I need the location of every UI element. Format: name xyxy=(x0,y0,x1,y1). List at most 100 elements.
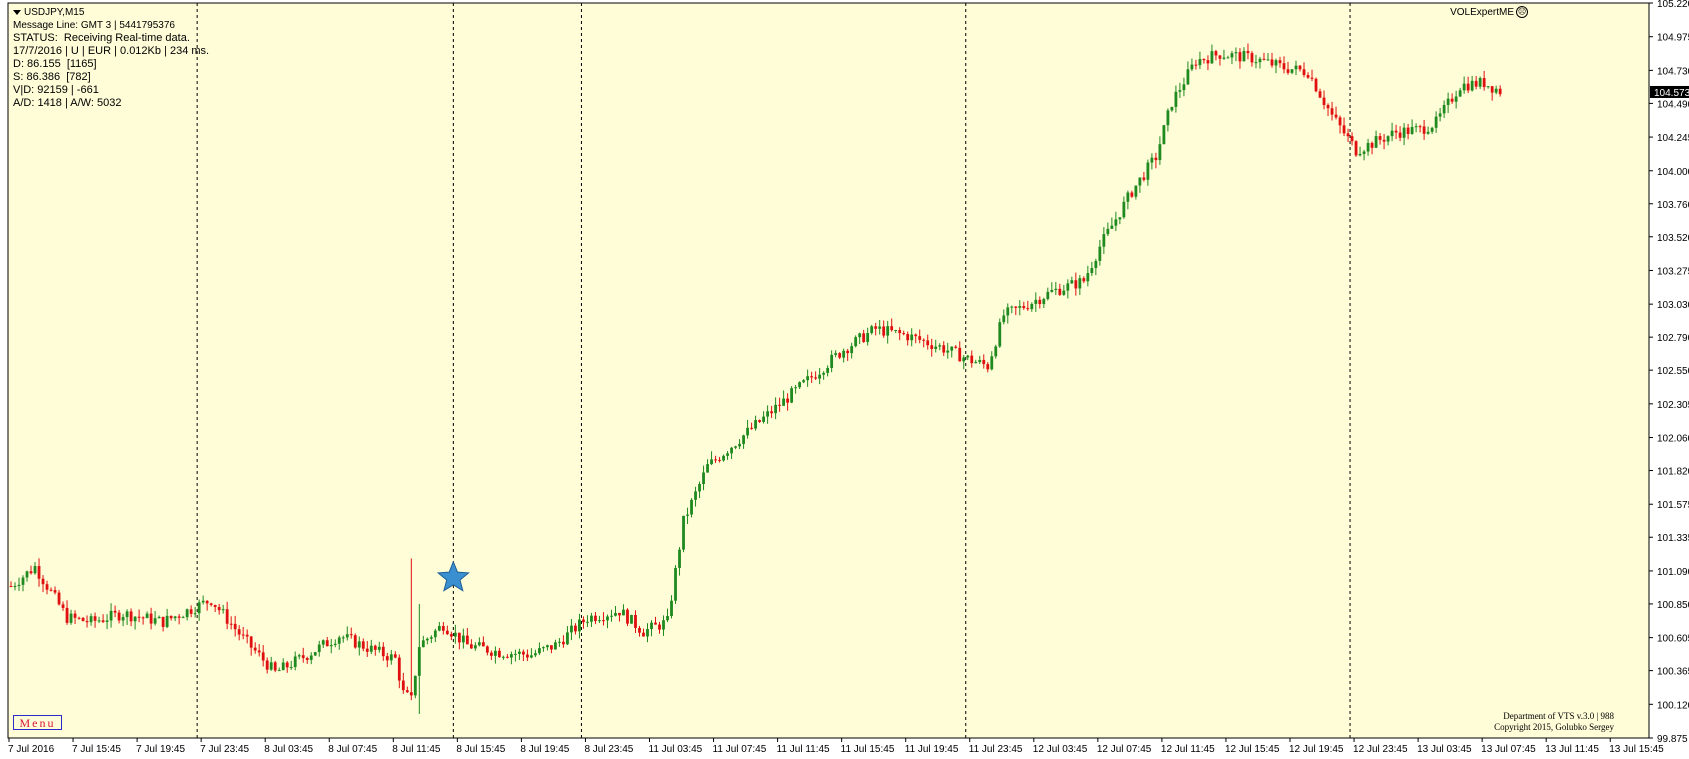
x-tick-label: 7 Jul 2016 xyxy=(8,744,55,755)
candle-body xyxy=(85,621,89,623)
candle-body xyxy=(614,612,617,616)
candle-body xyxy=(481,642,485,647)
candle-body xyxy=(337,637,341,644)
candle-body xyxy=(706,464,709,473)
candle-body xyxy=(65,607,69,623)
candle-body xyxy=(1166,110,1170,126)
candle-body xyxy=(441,625,445,631)
x-tick-label: 13 Jul 03:45 xyxy=(1417,744,1472,755)
y-tick-label: 103.030 xyxy=(1657,300,1689,311)
candle-body xyxy=(73,613,77,618)
candle-body xyxy=(1394,130,1398,133)
x-tick-label: 11 Jul 19:45 xyxy=(905,744,959,755)
y-tick-label: 101.335 xyxy=(1657,533,1689,544)
candle-body xyxy=(81,617,85,622)
candle-body xyxy=(598,620,601,622)
candle-body xyxy=(634,614,637,628)
candle-body xyxy=(185,609,189,618)
candle-body xyxy=(1102,234,1106,247)
candle-body xyxy=(1186,69,1190,85)
candle-body xyxy=(734,446,737,448)
candle-body xyxy=(465,635,469,645)
candle-body xyxy=(822,372,826,375)
candle-body xyxy=(1238,52,1242,62)
candle-body xyxy=(1170,106,1174,111)
x-tick-label: 8 Jul 19:45 xyxy=(520,744,569,755)
candle-body xyxy=(946,350,950,353)
candle-body xyxy=(890,326,894,331)
candle-body xyxy=(109,610,113,621)
candle-body xyxy=(1142,177,1146,180)
candle-body xyxy=(578,619,581,632)
candle-body xyxy=(457,632,461,643)
candle-body xyxy=(1258,58,1262,63)
candle-body xyxy=(285,662,289,668)
candle-body xyxy=(838,353,842,358)
candle-body xyxy=(650,622,653,630)
candle-body xyxy=(926,340,930,346)
candle-body xyxy=(610,615,613,617)
candle-body xyxy=(297,655,301,657)
candle-body xyxy=(181,617,185,619)
candle-body xyxy=(1498,88,1502,95)
y-tick-label: 100.605 xyxy=(1657,634,1689,645)
y-tick-label: 104.490 xyxy=(1657,99,1689,110)
candle-body xyxy=(914,334,918,337)
dropdown-triangle-icon[interactable] xyxy=(13,10,21,15)
candle-body xyxy=(682,515,685,550)
candle-body xyxy=(1082,278,1086,282)
candle-body xyxy=(1442,104,1446,114)
candle-body xyxy=(994,346,998,357)
y-tick-label: 104.730 xyxy=(1657,66,1689,77)
y-tick-label: 102.305 xyxy=(1657,400,1689,411)
candle-body xyxy=(497,650,501,658)
candle-body xyxy=(774,404,777,414)
candle-body xyxy=(1030,303,1034,310)
candle-body xyxy=(1270,59,1274,66)
candle-body xyxy=(1002,315,1006,323)
y-tick-label: 102.790 xyxy=(1657,333,1689,344)
candle-body xyxy=(1118,217,1122,220)
candle-body xyxy=(866,333,870,342)
candle-body xyxy=(722,455,725,461)
candle-body xyxy=(169,615,173,619)
candle-body xyxy=(437,625,441,631)
candle-body xyxy=(193,613,197,615)
candle-body xyxy=(1462,83,1466,91)
candle-body xyxy=(1310,77,1314,79)
candle-body xyxy=(1178,90,1182,92)
expert-advisor-label[interactable]: VOLExpertME ☹ xyxy=(1450,6,1528,18)
candle-body xyxy=(566,632,569,645)
candle-body xyxy=(1306,75,1310,78)
candle-body xyxy=(1218,55,1222,59)
candle-body xyxy=(582,619,585,623)
candle-body xyxy=(1090,268,1094,274)
candle-body xyxy=(1486,86,1490,88)
y-tick-label: 101.820 xyxy=(1657,467,1689,478)
candle-body xyxy=(882,326,886,336)
candle-body xyxy=(177,616,181,618)
candle-body xyxy=(594,615,597,622)
candle-body xyxy=(505,656,509,658)
menu-button[interactable]: Menu xyxy=(13,715,62,730)
candle-body xyxy=(401,680,405,691)
symbol-header[interactable]: USDJPY,M15 xyxy=(13,6,209,19)
candle-body xyxy=(165,615,169,627)
y-tick-label: 100.850 xyxy=(1657,600,1689,611)
candle-body xyxy=(453,632,457,637)
candle-body xyxy=(686,514,689,516)
candle-body xyxy=(710,459,713,465)
x-tick-label: 12 Jul 03:45 xyxy=(1033,744,1088,755)
candle-body xyxy=(622,609,625,616)
candle-body xyxy=(778,404,782,406)
candle-body xyxy=(405,690,409,693)
message-line: Message Line: GMT 3 | 5441795376 xyxy=(13,20,175,31)
y-tick-label: 101.575 xyxy=(1657,500,1689,511)
candle-body xyxy=(1426,131,1430,134)
candle-body xyxy=(1234,52,1238,54)
x-tick-label: 12 Jul 07:45 xyxy=(1097,744,1152,755)
candle-body xyxy=(770,411,773,414)
candle-body xyxy=(333,643,337,645)
x-tick-label: 11 Jul 03:45 xyxy=(649,744,703,755)
candle-body xyxy=(818,374,822,379)
